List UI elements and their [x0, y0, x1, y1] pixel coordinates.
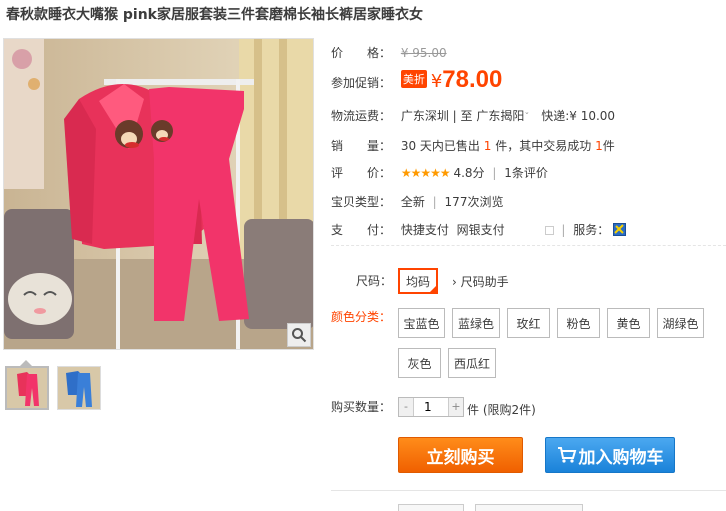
sales-text-a: 30 天内已售出 — [400, 139, 480, 153]
shipping-label: 物流运费： — [331, 109, 392, 123]
product-photo — [4, 39, 313, 349]
product-main-image[interactable] — [3, 38, 314, 350]
reviews-link[interactable]: 1条评价 — [504, 166, 548, 180]
promo-tag: 美折 — [400, 70, 427, 88]
quantity-limit-text: (限购2件) — [482, 403, 536, 417]
express-label: 快递: — [541, 109, 570, 123]
section-divider — [331, 245, 726, 246]
thumbnail-pink[interactable] — [5, 366, 49, 410]
color-option-watermelon[interactable]: 西瓜红 — [448, 348, 496, 378]
price-label: 价 格： — [331, 46, 392, 60]
quantity-unit: 件 — [467, 403, 480, 417]
sales-text-c: 件 — [602, 139, 615, 153]
type-separator: | — [432, 195, 437, 209]
type-value: 全新 — [400, 195, 425, 209]
thumbnail-blue[interactable] — [57, 366, 101, 410]
buy-now-button[interactable]: 立刻购买 — [398, 437, 523, 473]
color-option-pink[interactable]: 粉色 — [557, 308, 600, 338]
quantity-plus-button[interactable]: + — [449, 398, 463, 416]
ship-to-sep: | 至 — [452, 109, 473, 123]
size-option-onesize[interactable]: 均码 — [398, 268, 438, 294]
size-helper-text: 尺码助手 — [460, 275, 509, 289]
payment-row: 支 付： 快捷支付 网银支付 | 服务： — [331, 221, 627, 238]
reviews-count: 1 — [504, 166, 512, 180]
bottom-divider — [331, 490, 726, 491]
ship-from: 广东深圳 — [400, 109, 449, 123]
color-option-gray[interactable]: 灰色 — [398, 348, 441, 378]
sales-label: 销 量： — [331, 139, 392, 153]
size-label: 尺码： — [356, 274, 393, 288]
chevron-right-icon: › — [452, 275, 457, 289]
bottom-tab-stub — [475, 504, 583, 511]
size-helper-link[interactable]: › 尺码助手 — [452, 273, 509, 290]
sold-count: 1 — [483, 139, 492, 153]
add-to-cart-button[interactable]: 加入购物车 — [545, 437, 675, 473]
product-title: 春秋款睡衣大嘴猴 pink家居服套装三件套磨棉长袖长裤居家睡衣女 — [6, 7, 423, 23]
views-text: 次浏览 — [467, 195, 504, 209]
shipping-row: 物流运费： 广东深圳 | 至 广东揭阳ˇ 快递:¥ 10.00 — [331, 107, 615, 124]
color-option-sapphire[interactable]: 宝蓝色 — [398, 308, 445, 338]
color-option-teal[interactable]: 蓝绿色 — [452, 308, 500, 338]
quantity-minus-button[interactable]: - — [399, 398, 413, 416]
rating-score: 4.8分 — [453, 166, 485, 180]
original-price: ¥ 95.00 — [400, 46, 447, 60]
express-price: ¥ 10.00 — [569, 109, 616, 123]
rating-label: 评 价： — [331, 166, 392, 180]
price-row: 价 格： ¥ 95.00 — [331, 44, 447, 61]
promo-label: 参加促销： — [331, 76, 392, 90]
rating-row: 评 价： ★★★★★ 4.8分 | 1条评价 — [331, 164, 548, 181]
service-badge-icon[interactable] — [613, 223, 627, 236]
payment-expand-icon[interactable] — [544, 226, 554, 235]
promo-price: 78.00 — [442, 66, 503, 93]
add-to-cart-label: 加入购物车 — [578, 447, 664, 468]
thumbnail-pink-image — [7, 368, 47, 408]
currency-symbol: ¥ — [430, 71, 443, 92]
quantity-label: 购买数量： — [331, 400, 392, 414]
zoom-button[interactable] — [287, 323, 311, 347]
chevron-down-icon: ˇ — [524, 112, 530, 123]
color-label: 颜色分类： — [331, 310, 392, 324]
sales-row: 销 量： 30 天内已售出 1 件，其中交易成功 1件 — [331, 137, 615, 154]
quantity-input[interactable] — [413, 398, 449, 416]
thumbnail-blue-image — [58, 367, 100, 409]
service-label: 服务： — [573, 223, 610, 237]
rating-separator: | — [492, 166, 497, 180]
color-option-rose[interactable]: 玫红 — [507, 308, 550, 338]
color-option-lake-green[interactable]: 湖绿色 — [657, 308, 704, 338]
cart-icon — [557, 447, 576, 463]
type-row: 宝贝类型： 全新 | 177次浏览 — [331, 193, 503, 210]
promo-row: 参加促销： 美折 ¥78.00 — [331, 66, 502, 94]
ship-to-select[interactable]: 广东揭阳ˇ — [476, 109, 529, 123]
star-rating-icon: ★★★★★ — [400, 166, 451, 180]
sales-text-b: 件，其中交易成功 — [495, 139, 592, 153]
payment-method-bank: 网银支付 — [456, 223, 505, 237]
payment-label: 支 付： — [331, 223, 392, 237]
bottom-tab-stub — [398, 504, 464, 511]
ship-to: 广东揭阳 — [476, 109, 525, 123]
type-label: 宝贝类型： — [331, 195, 392, 209]
quantity-limit: 件 (限购2件) — [467, 401, 536, 418]
reviews-text: 条评价 — [511, 166, 548, 180]
views-count: 177 — [444, 195, 468, 209]
color-option-yellow[interactable]: 黄色 — [607, 308, 650, 338]
quantity-stepper: - + — [398, 397, 464, 417]
magnifier-icon — [292, 328, 307, 343]
payment-method-quick: 快捷支付 — [400, 223, 449, 237]
payment-separator: | — [561, 223, 566, 237]
success-count: 1 — [595, 139, 603, 153]
